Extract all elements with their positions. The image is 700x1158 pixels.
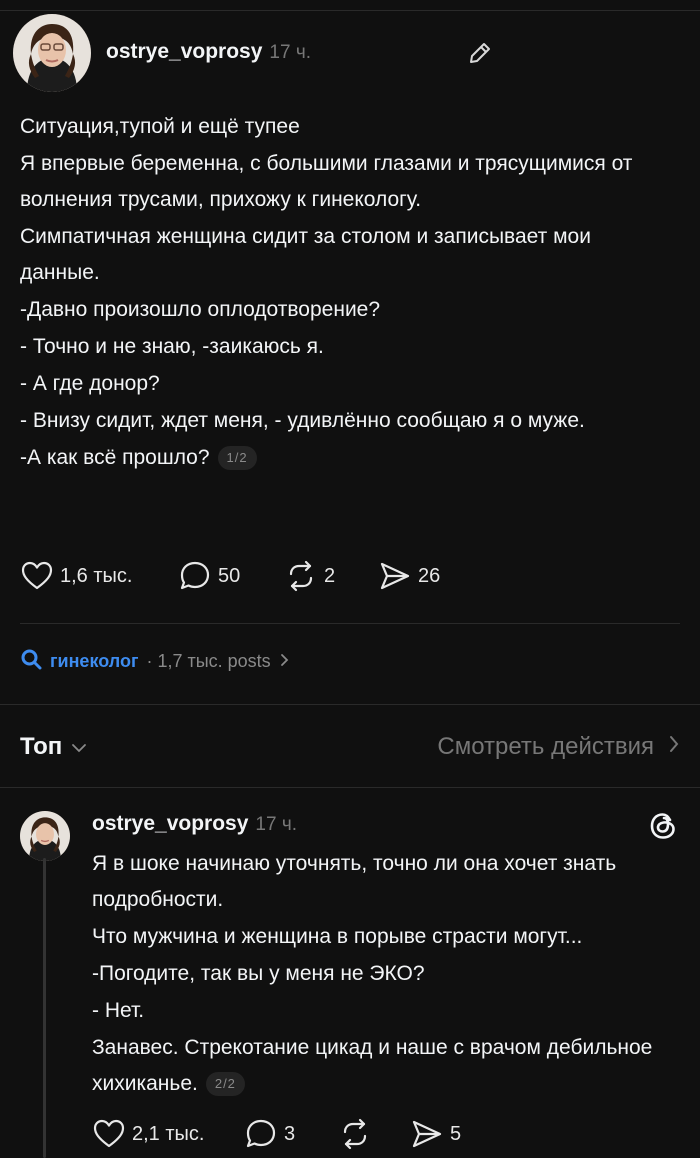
share-button[interactable]: 26 [378,559,440,593]
send-icon [410,1117,444,1151]
chevron-right-icon [279,651,289,672]
thread-line [43,858,46,1158]
topic-tag-row[interactable]: гинеколог · 1,7 тыс. posts [20,648,289,675]
page-badge: 2/2 [205,1072,245,1097]
topic-tag-meta: · 1,7 тыс. posts [146,651,271,671]
reply-time: 17 ч. [255,814,297,835]
post-username[interactable]: ostrye_voprosy [106,40,262,64]
post-paragraph: Я впервые беременна, с большими глазами … [20,152,633,211]
share-count: 5 [450,1122,462,1145]
threads-logo-icon[interactable] [646,809,680,843]
chevron-right-icon [668,733,680,761]
comment-count: 3 [284,1122,296,1145]
like-count: 1,6 тыс. [60,564,133,587]
reply-header: ostrye_voprosy 17 ч. [92,812,297,836]
share-button[interactable]: 5 [410,1117,461,1151]
reply-last-line: Занавес. Стрекотание цикад и наше с врач… [92,1030,682,1102]
page-badge: 1/2 [217,446,257,471]
send-icon [378,559,412,593]
post-paragraph: - Внизу сидит, ждет меня, - удивлённо со… [20,409,585,432]
chevron-down-icon [70,733,88,761]
post-paragraph: -Давно произошло оплодотворение? [20,298,381,321]
repost-button[interactable]: 2 [284,559,378,593]
reply-paragraph: Я в шоке начинаю уточнять, точно ли она … [92,852,617,911]
like-count: 2,1 тыс. [132,1122,205,1145]
reply-body: Я в шоке начинаю уточнять, точно ли она … [92,846,682,1102]
search-icon [20,648,42,675]
repost-count: 2 [324,564,336,587]
post-body: Ситуация,тупой и ещё тупее Я впервые бер… [20,109,670,476]
avatar-image [20,811,70,861]
section-divider-bottom [0,787,700,788]
repost-icon [338,1117,372,1151]
topic-tag-name[interactable]: гинеколог [50,651,138,672]
like-button[interactable]: 1,6 тыс. [20,559,178,593]
reply-avatar[interactable] [20,811,70,861]
reply-paragraph: -Погодите, так вы у меня не ЭКО? [92,962,425,985]
post-paragraph: - Точно и не знаю, -заикаюсь я. [20,335,324,358]
like-button[interactable]: 2,1 тыс. [92,1117,244,1151]
reply-paragraph: Что мужчина и женщина в порыве страсти м… [92,925,583,948]
share-count: 26 [418,564,441,587]
reply-paragraph: - Нет. [92,999,145,1022]
post-divider [20,623,680,624]
post-header: ostrye_voprosy 17 ч. [106,40,311,64]
comment-button[interactable]: 50 [178,559,284,593]
post-paragraph: Симпатичная женщина сидит за столом и за… [20,225,591,284]
post-paragraph: - А где донор? [20,372,160,395]
comment-button[interactable]: 3 [244,1117,338,1151]
comment-bubble-icon [178,559,212,593]
top-divider [0,10,700,11]
sort-label: Топ [20,733,63,760]
avatar-image [13,14,91,92]
reply-actions: 2,1 тыс. 3 5 [92,1117,461,1151]
repost-icon [284,559,318,593]
post-actions: 1,6 тыс. 50 2 26 [20,559,440,593]
view-activity-button[interactable]: Смотреть действия [437,733,680,761]
reply-paragraph: Занавес. Стрекотание цикад и наше с врач… [92,1036,653,1095]
post-paragraph: Ситуация,тупой и ещё тупее [20,115,300,138]
reply-username[interactable]: ostrye_voprosy [92,812,248,836]
comment-bubble-icon [244,1117,278,1151]
comment-count: 50 [218,564,241,587]
heart-icon [20,559,54,593]
sort-dropdown[interactable]: Топ [20,733,88,761]
replies-sort-bar: Топ Смотреть действия [0,705,700,788]
post-paragraph: -А как всё прошло? [20,446,210,469]
post-last-line: -А как всё прошло? 1/2 [20,440,670,476]
post-time: 17 ч. [269,42,311,63]
heart-icon [92,1117,126,1151]
avatar[interactable] [13,14,91,92]
pencil-icon[interactable] [465,38,495,68]
repost-button[interactable] [338,1117,410,1151]
view-activity-label: Смотреть действия [437,733,654,760]
